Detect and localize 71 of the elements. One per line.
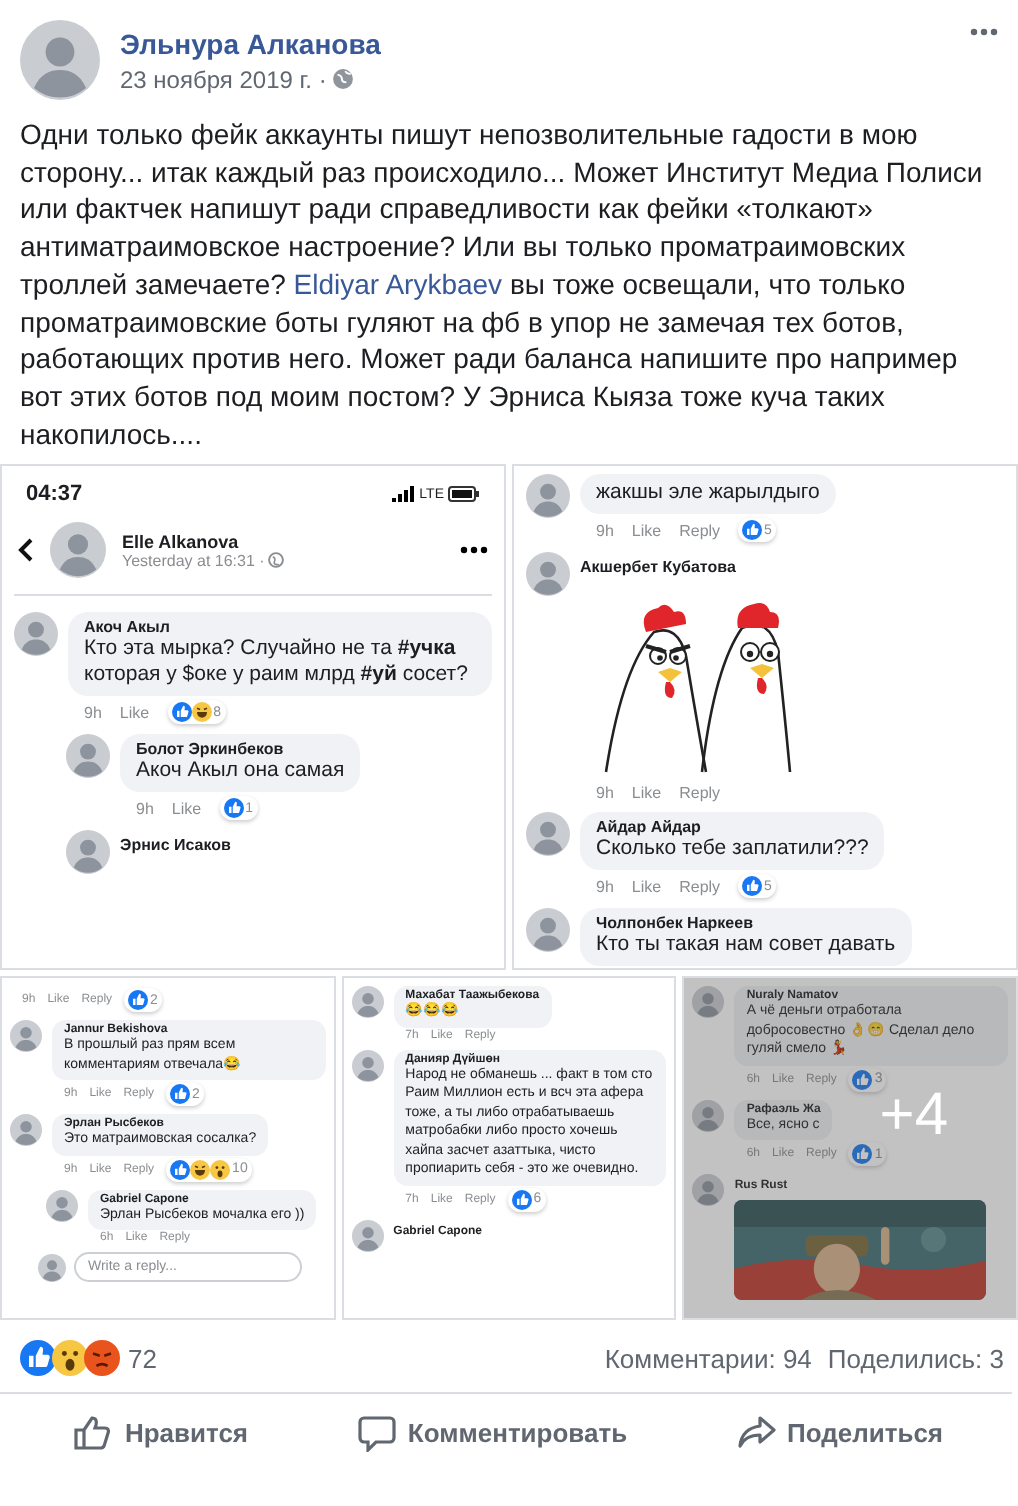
comment-button[interactable]: Комментировать — [329, 1402, 656, 1465]
commenter-name[interactable]: Акоч Акыл — [84, 618, 476, 637]
like-link[interactable]: Like — [631, 877, 662, 896]
commenter-name[interactable]: Чолпонбек Наркеев — [596, 914, 896, 933]
avatar — [50, 522, 106, 579]
comment-time: 9h — [596, 521, 614, 540]
globe-icon — [332, 68, 355, 90]
comment-text: Кто эта мырка? Случайно не та #учка которая у $оке у раим млрд #уй сосет? — [84, 636, 470, 689]
post-text: Одни только фейк аккаунты пишут непозволительные гадости в мою сторону... итак каждый раз происходило... Может Институт Медиа Полиси или фактчек напишут ради справедливости как фейки «толкают» антиматраимовское настроение? Или вы только проматраимовских троллей замечаете? Eldiyar Arykbaev вы тоже освещали, что только проматраимовские боты гуляют на фб в упор не замечая тех ботов, работающих против него. Может ради баланса напишите про например вот этих ботов под моим постом? У Эрниса Кыяза тоже куча таких накопилось.... — [20, 116, 985, 453]
reply-link[interactable]: Reply — [679, 784, 721, 803]
more-icon[interactable] — [460, 546, 488, 555]
avatar — [351, 986, 384, 1019]
share-button[interactable]: Поделиться — [709, 1402, 972, 1465]
speech-bubble-icon — [357, 1414, 396, 1453]
clock-time: 04:37 — [26, 482, 83, 507]
like-link[interactable]: Like — [171, 799, 202, 818]
avatar — [66, 734, 110, 779]
author-name[interactable]: Эльнура Алканова — [120, 27, 950, 59]
comment-count[interactable]: Комментарии: 94 — [604, 1343, 812, 1374]
avatar — [526, 552, 570, 597]
avatar — [38, 1253, 66, 1282]
avatar — [46, 1189, 78, 1222]
avatar — [351, 1219, 384, 1252]
laughing-reaction-icon — [190, 1159, 211, 1180]
avatar — [10, 1114, 42, 1147]
thumbs-up-icon — [74, 1414, 113, 1453]
battery-icon — [448, 486, 480, 503]
avatar — [692, 986, 725, 1019]
avatar — [526, 474, 570, 519]
share-icon — [737, 1414, 775, 1453]
mention-link[interactable]: Eldiyar Arykbaev — [293, 267, 503, 300]
post-date[interactable]: 23 ноября 2019 г. · — [120, 65, 327, 93]
signal-icon — [391, 486, 416, 503]
author-name[interactable]: Elle Alkanova — [122, 531, 444, 552]
avatar — [14, 612, 58, 657]
laughing-reaction-icon — [191, 702, 212, 723]
comment-text: жакшы эле жарылдыго — [596, 480, 820, 507]
like-link[interactable]: Like — [631, 784, 662, 803]
commenter-name[interactable]: Акшербет Кубатова — [580, 552, 736, 585]
commenter-name[interactable]: Айдар Айдар — [596, 818, 869, 837]
avatar — [526, 908, 570, 953]
comment-time: 9h — [84, 703, 102, 722]
comment-time: 9h — [596, 784, 614, 803]
avatar — [526, 812, 570, 857]
share-count[interactable]: Поделились: 3 — [827, 1343, 1004, 1374]
avatar — [20, 20, 100, 100]
commenter-name[interactable]: Болот Эркинбеков — [136, 740, 345, 759]
like-link[interactable]: Like — [631, 521, 662, 540]
avatar — [10, 1020, 42, 1053]
surprised-reaction-icon — [52, 1340, 88, 1377]
avatar — [351, 1049, 384, 1082]
back-icon[interactable] — [18, 538, 34, 563]
reaction-count[interactable]: 72 — [128, 1343, 157, 1374]
comment-text: Акоч Акыл она самая — [136, 758, 345, 785]
like-button[interactable]: Нравится — [46, 1402, 277, 1465]
like-reaction-icon — [20, 1340, 56, 1377]
post-time: Yesterday at 16:31 · — [122, 551, 265, 570]
reply-link[interactable]: Reply — [679, 877, 721, 896]
comment-time: 9h — [596, 877, 614, 896]
avatar — [692, 1174, 725, 1207]
commenter-name[interactable]: Эрнис Исаков — [120, 830, 231, 863]
like-link[interactable]: Like — [119, 703, 150, 722]
globe-icon — [268, 552, 285, 569]
avatar — [66, 830, 110, 875]
surprised-reaction-icon — [210, 1159, 231, 1180]
avatar — [692, 1099, 725, 1132]
reply-link[interactable]: Reply — [679, 521, 721, 540]
comment-time: 9h — [136, 799, 154, 818]
comment-text: Сколько тебе заплатили??? — [596, 836, 869, 863]
comment-text: Кто ты такая нам совет давать — [596, 932, 896, 959]
angry-reaction-icon — [84, 1340, 120, 1377]
